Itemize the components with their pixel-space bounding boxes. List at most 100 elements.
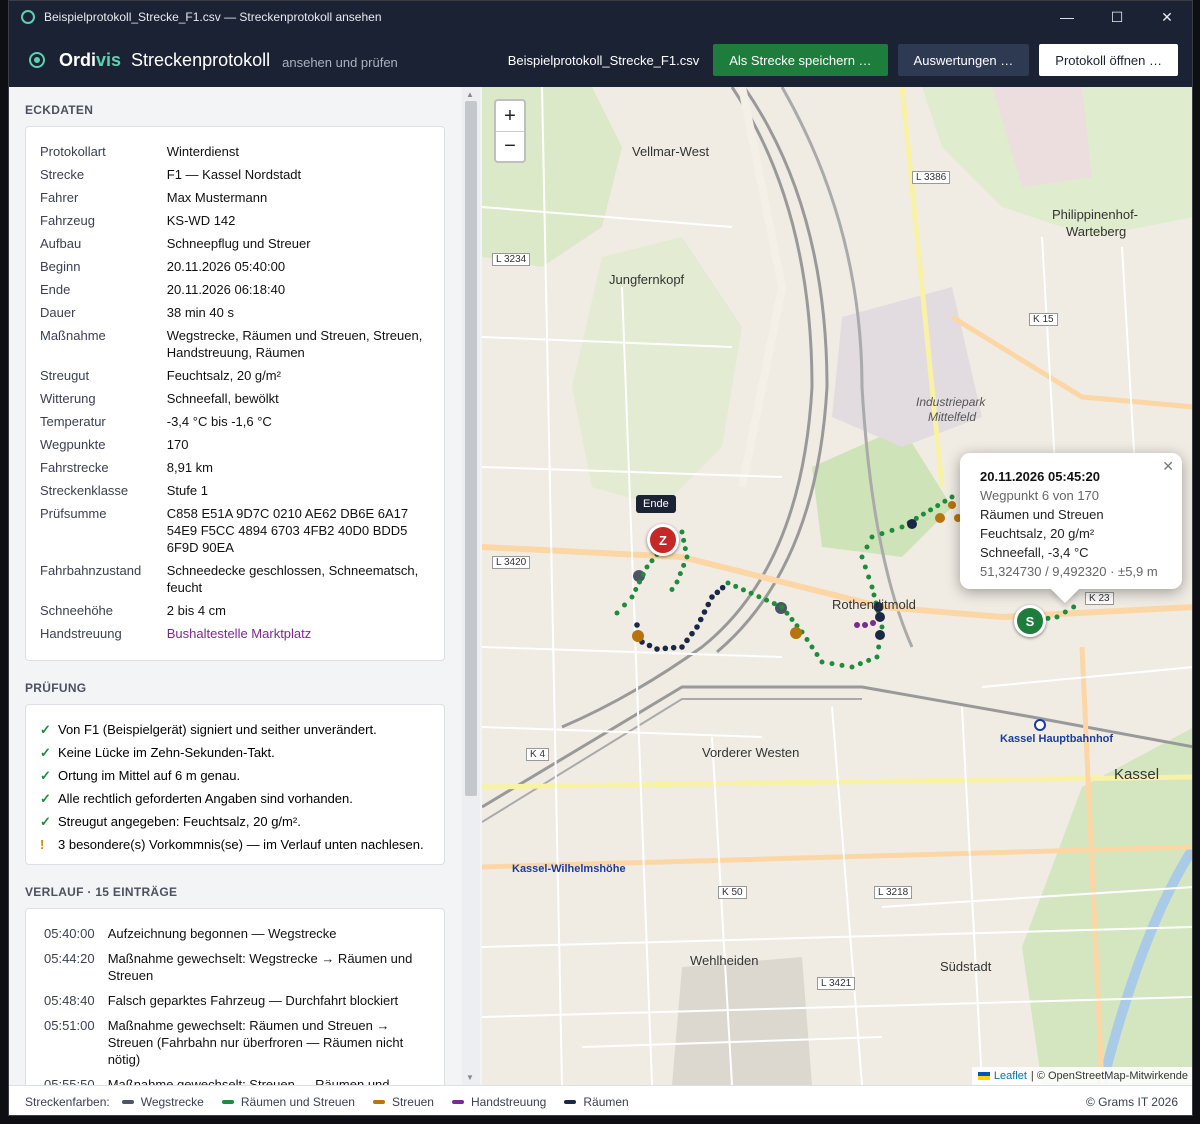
- route-point[interactable]: [857, 661, 863, 667]
- route-point[interactable]: [1062, 609, 1068, 615]
- route-point[interactable]: [733, 583, 739, 589]
- route-point[interactable]: [740, 587, 746, 593]
- end-marker[interactable]: Z: [647, 524, 679, 556]
- route-point[interactable]: [928, 507, 934, 513]
- route-point[interactable]: [697, 616, 704, 623]
- route-point[interactable]: [889, 527, 895, 533]
- route-point[interactable]: [804, 637, 810, 642]
- route-point[interactable]: [920, 511, 926, 517]
- open-protocol-button[interactable]: Protokoll öffnen …: [1039, 44, 1178, 76]
- start-marker[interactable]: S: [1014, 605, 1046, 637]
- route-point[interactable]: [899, 524, 905, 530]
- route-point[interactable]: [849, 664, 855, 670]
- legend-item-label: Handstreuung: [470, 1094, 547, 1109]
- route-point[interactable]: [756, 594, 762, 600]
- route-point[interactable]: [879, 624, 885, 630]
- route-point[interactable]: [949, 494, 955, 500]
- route-point[interactable]: [1045, 615, 1051, 621]
- popup-close-icon[interactable]: ✕: [1162, 457, 1174, 476]
- route-point[interactable]: [670, 644, 677, 651]
- route-point[interactable]: [866, 574, 872, 580]
- check-item: ✓ Keine Lücke im Zehn-Sekunden-Takt.: [40, 744, 430, 761]
- route-point[interactable]: [869, 534, 875, 540]
- route-point[interactable]: [874, 654, 880, 660]
- route-point[interactable]: [862, 564, 868, 570]
- route-point[interactable]: [748, 590, 754, 596]
- route-point[interactable]: [876, 644, 882, 650]
- route-point[interactable]: [682, 546, 688, 552]
- save-route-button[interactable]: Als Strecke speichern …: [713, 44, 888, 76]
- route-point[interactable]: [634, 622, 640, 628]
- route-point[interactable]: [935, 503, 941, 509]
- route-point[interactable]: [679, 529, 685, 535]
- zoom-out-button[interactable]: −: [496, 131, 524, 161]
- route-point[interactable]: [677, 571, 683, 577]
- sidebar-scrollbar[interactable]: ▲ ▼: [462, 87, 480, 1085]
- evaluations-button[interactable]: Auswertungen …: [897, 44, 1030, 76]
- route-point[interactable]: [705, 601, 712, 608]
- route-point[interactable]: [614, 610, 620, 616]
- route-point[interactable]: [829, 661, 835, 667]
- route-point[interactable]: [866, 657, 872, 663]
- route-point[interactable]: [789, 617, 795, 622]
- route-point[interactable]: [640, 572, 646, 577]
- scroll-down-icon[interactable]: ▼: [466, 1073, 474, 1082]
- route-point[interactable]: [875, 612, 885, 622]
- eckdaten-value[interactable]: Bushaltestelle Marktplatz: [167, 625, 430, 642]
- route-point[interactable]: [622, 602, 627, 608]
- maximize-button[interactable]: ☐: [1092, 1, 1142, 33]
- route-point[interactable]: [907, 519, 917, 529]
- route-point[interactable]: [1071, 604, 1077, 610]
- minimize-button[interactable]: —: [1042, 1, 1092, 33]
- route-point[interactable]: [629, 594, 635, 600]
- route-point[interactable]: [701, 609, 708, 615]
- route-point[interactable]: [809, 644, 815, 650]
- route-point[interactable]: [674, 579, 680, 585]
- route-point[interactable]: [694, 624, 700, 630]
- route-point[interactable]: [771, 601, 777, 607]
- log-message: Maßnahme gewechselt: Streuen → Räumen un…: [107, 1077, 390, 1085]
- eckdaten-value: C858 E51A 9D7C 0210 AE62 DB6E 6A17 54E9 …: [166, 506, 409, 555]
- route-point[interactable]: [875, 630, 885, 640]
- route-point[interactable]: [662, 645, 669, 652]
- route-point[interactable]: [864, 544, 870, 550]
- route-point[interactable]: [725, 580, 731, 586]
- route-point[interactable]: [814, 652, 820, 657]
- route-point[interactable]: [679, 644, 685, 650]
- route-point[interactable]: [839, 662, 845, 668]
- eckdaten-key: Fahrzeug: [40, 213, 95, 228]
- leaflet-link[interactable]: Leaflet: [994, 1070, 1027, 1082]
- route-point[interactable]: [764, 597, 770, 603]
- verlauf-card[interactable]: 05:40:00 Aufzeichnung begonnen — Wegstrec…: [25, 908, 445, 1085]
- scrollbar-thumb[interactable]: [465, 101, 477, 796]
- route-point[interactable]: [669, 587, 675, 592]
- route-point[interactable]: [646, 642, 653, 649]
- route-point[interactable]: [684, 554, 690, 560]
- check-text: Streugut angegeben: Feuchtsalz, 20 g/m².: [58, 814, 301, 829]
- zoom-in-button[interactable]: +: [496, 101, 524, 131]
- route-point[interactable]: [633, 587, 639, 592]
- route-point[interactable]: [859, 554, 865, 560]
- route-point[interactable]: [819, 659, 825, 665]
- route-point[interactable]: [1054, 614, 1060, 620]
- route-point[interactable]: [869, 584, 875, 590]
- route-point[interactable]: [879, 531, 885, 537]
- map-view[interactable]: Vellmar-West Jungfernkopf Philippinenhof…: [482, 87, 1192, 1085]
- route-point[interactable]: [637, 579, 642, 585]
- route-point[interactable]: [681, 562, 687, 568]
- route-point[interactable]: [714, 589, 721, 596]
- route-point[interactable]: [779, 604, 785, 610]
- route-point[interactable]: [644, 564, 650, 570]
- route-point[interactable]: [689, 630, 695, 637]
- route-point[interactable]: [649, 558, 655, 564]
- route-point[interactable]: [654, 646, 660, 652]
- route-point[interactable]: [719, 584, 726, 591]
- route-point[interactable]: [681, 537, 687, 543]
- eckdaten-key: Fahrer: [40, 190, 79, 205]
- scroll-up-icon[interactable]: ▲: [466, 90, 474, 99]
- route-point[interactable]: [784, 610, 790, 616]
- route-point[interactable]: [684, 637, 690, 644]
- close-button[interactable]: ✕: [1142, 1, 1192, 33]
- route-point[interactable]: [709, 594, 715, 600]
- route-point[interactable]: [942, 498, 948, 504]
